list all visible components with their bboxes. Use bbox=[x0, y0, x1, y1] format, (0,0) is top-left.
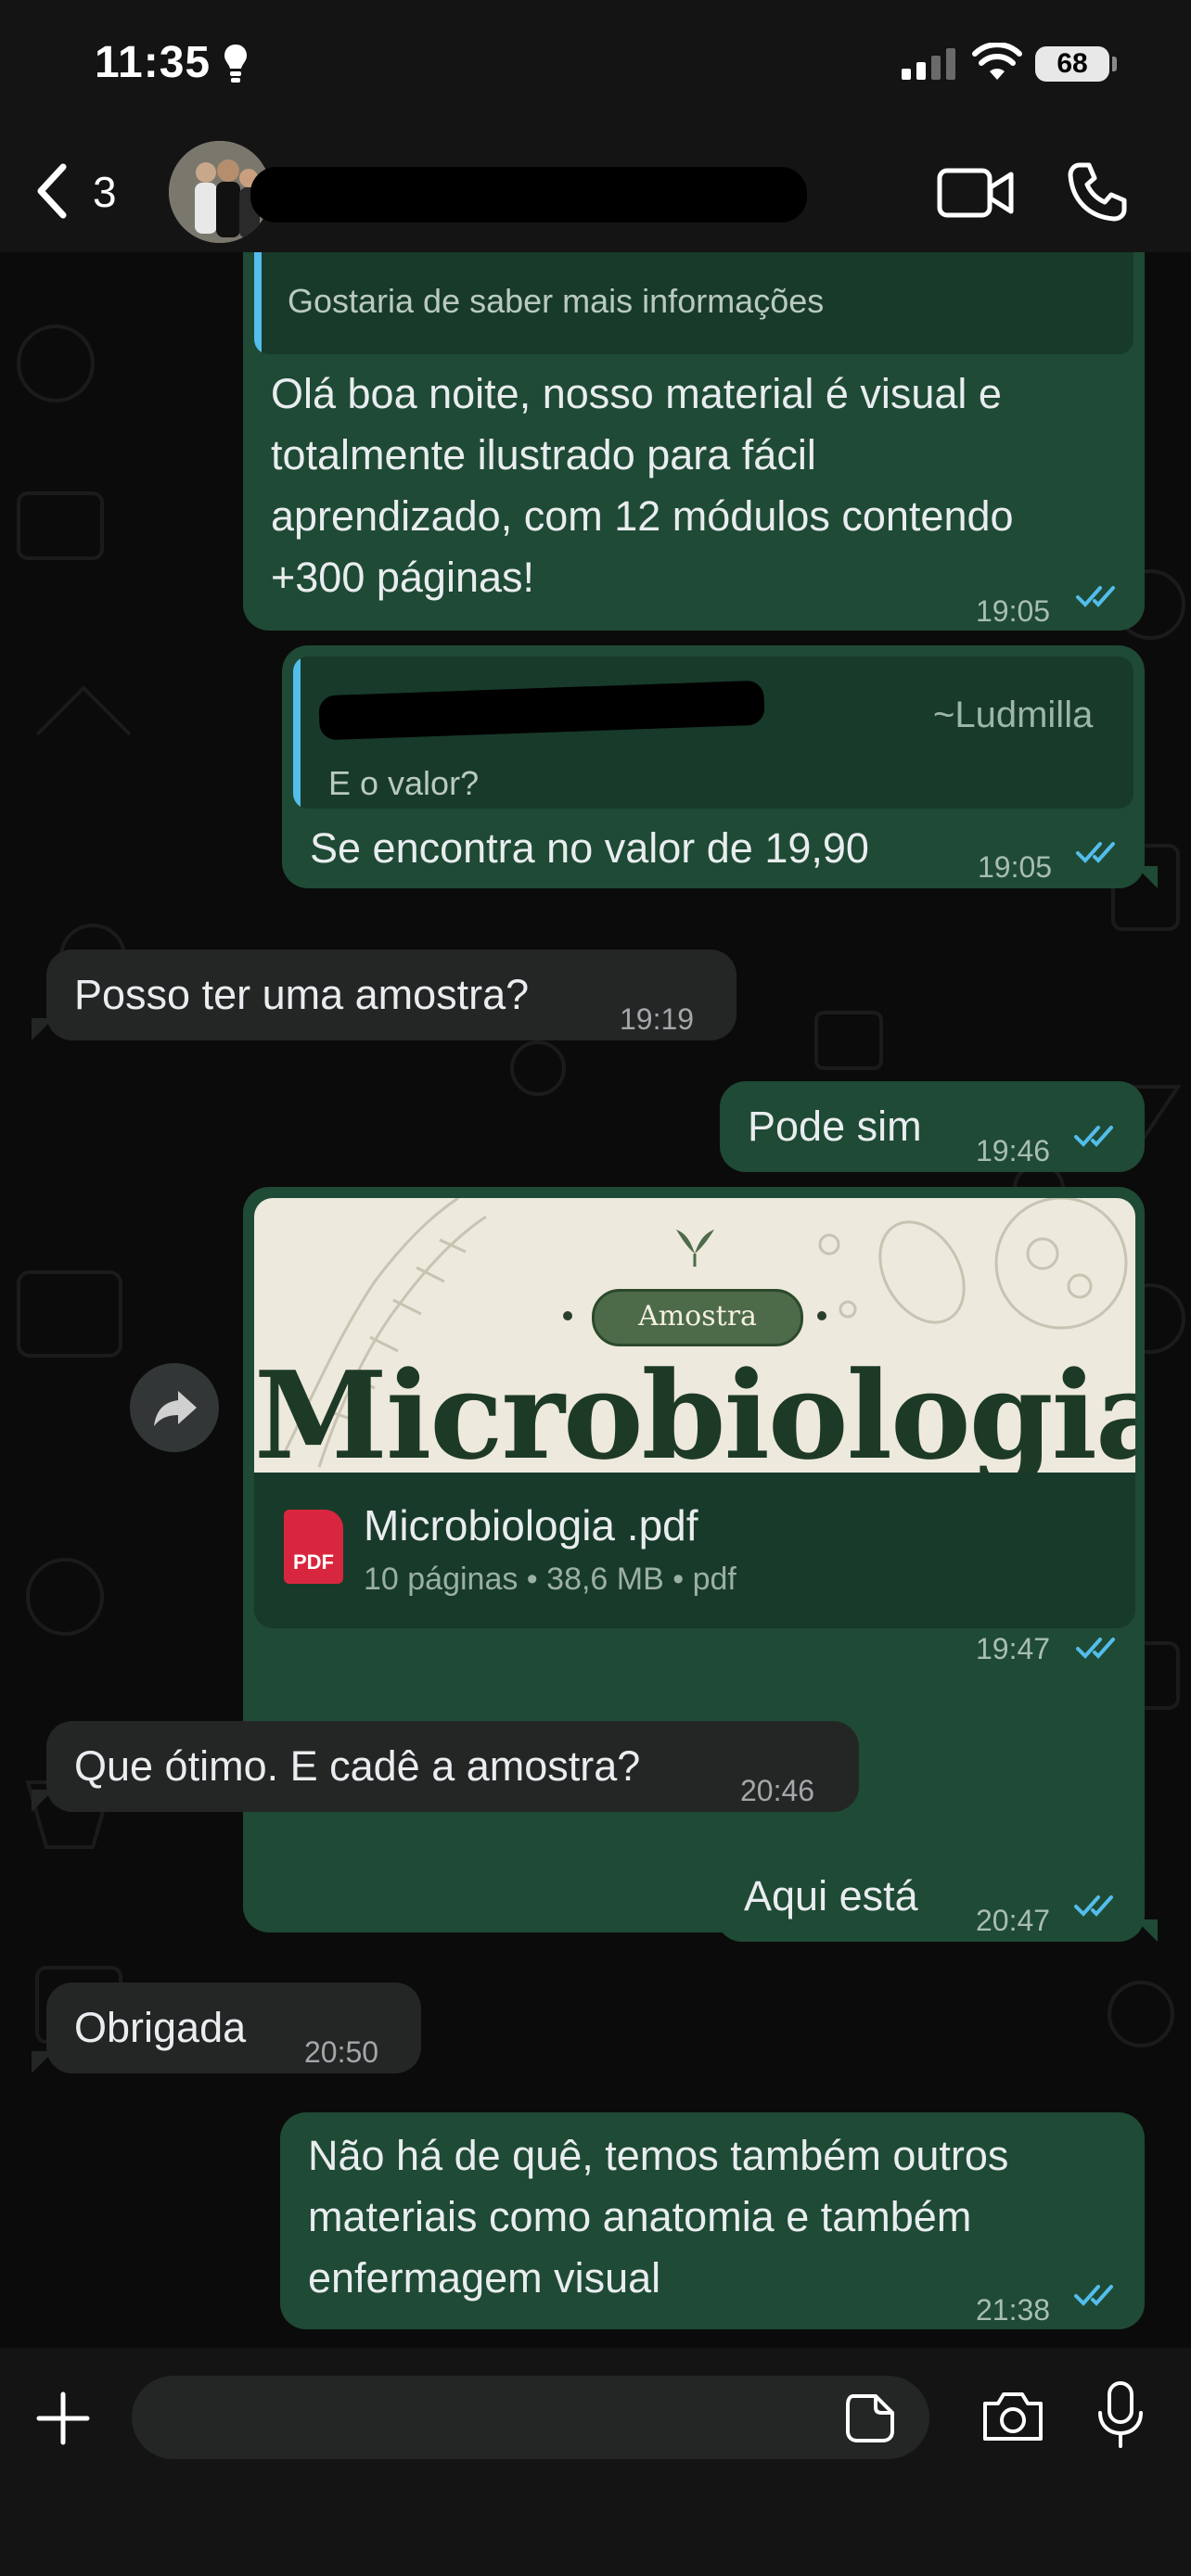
quote-bar bbox=[293, 657, 301, 809]
quote-text: E o valor? bbox=[328, 764, 480, 802]
preview-title: Microbiologia bbox=[254, 1345, 1135, 1473]
read-ticks-icon bbox=[1076, 586, 1115, 607]
status-time: 11:35 bbox=[95, 38, 211, 87]
message-bubble-outgoing[interactable]: Aqui está 20:47 bbox=[716, 1851, 1145, 1942]
read-ticks-icon bbox=[1074, 1895, 1113, 1917]
message-text: Obrigada bbox=[74, 2004, 247, 2051]
decor-dot bbox=[817, 1311, 826, 1320]
message-text: Olá boa noite, nosso material é visual e… bbox=[271, 363, 1124, 608]
plus-icon[interactable] bbox=[33, 2389, 93, 2448]
quote-bar bbox=[254, 252, 262, 354]
bubble-tail bbox=[32, 1018, 54, 1040]
message-bubble-incoming[interactable]: Obrigada 20:50 bbox=[46, 1983, 421, 2073]
forward-button[interactable] bbox=[130, 1363, 219, 1452]
message-bubble-outgoing[interactable]: Pode sim 19:46 bbox=[720, 1081, 1145, 1172]
wifi-icon bbox=[972, 43, 1022, 80]
lightbulb-icon bbox=[224, 45, 247, 83]
message-time: 19:47 bbox=[976, 1632, 1051, 1665]
message-text: Posso ter uma amostra? bbox=[74, 971, 530, 1018]
video-call-icon[interactable] bbox=[937, 165, 1015, 221]
message-time: 19:05 bbox=[976, 594, 1051, 628]
message-bubble-outgoing[interactable]: Gostaria de saber mais informações Olá b… bbox=[243, 252, 1145, 631]
message-line: Não há de quê, temos também outros bbox=[308, 2132, 1009, 2179]
read-ticks-icon bbox=[1074, 1126, 1113, 1147]
message-text: Que ótimo. E cadê a amostra? bbox=[74, 1742, 641, 1790]
battery-tip bbox=[1112, 57, 1117, 71]
message-line: aprendizado, com 12 módulos contendo bbox=[271, 492, 1014, 540]
message-text: Se encontra no valor de 19,90 bbox=[310, 824, 869, 872]
message-time: 19:05 bbox=[978, 850, 1053, 884]
message-time: 20:46 bbox=[740, 1774, 815, 1807]
bubble-tail bbox=[1135, 866, 1158, 888]
redacted-quote-sender bbox=[318, 680, 765, 741]
bubble-tail bbox=[1135, 1919, 1158, 1942]
message-bubble-outgoing[interactable]: ~Ludmilla E o valor? Se encontra no valo… bbox=[282, 645, 1145, 888]
forward-icon bbox=[154, 1391, 197, 1426]
preview-badge: Amostra bbox=[592, 1289, 803, 1346]
bubble-tail bbox=[32, 1790, 54, 1812]
quoted-message[interactable]: Gostaria de saber mais informações bbox=[254, 252, 1133, 354]
bubble-tail bbox=[32, 2051, 54, 2073]
message-time: 20:47 bbox=[976, 1904, 1051, 1937]
message-text: Pode sim bbox=[748, 1103, 922, 1150]
pdf-preview-thumbnail[interactable]: Amostra Microbiologia bbox=[254, 1198, 1135, 1473]
read-ticks-icon bbox=[1076, 1638, 1115, 1659]
redacted-contact-name bbox=[250, 167, 807, 223]
file-name: Microbiologia .pdf bbox=[364, 1501, 698, 1549]
message-bubble-incoming[interactable]: Posso ter uma amostra? 19:19 bbox=[46, 950, 736, 1040]
status-bar: 11:35 68 bbox=[0, 0, 1191, 130]
quote-author: ~Ludmilla bbox=[933, 695, 1094, 735]
chat-header: 3 bbox=[0, 130, 1191, 252]
unread-count[interactable]: 3 bbox=[93, 167, 117, 217]
pdf-file-info[interactable]: PDF Microbiologia .pdf 10 páginas • 38,6… bbox=[254, 1473, 1135, 1628]
message-line: Olá boa noite, nosso material é visual e bbox=[271, 370, 1002, 417]
microphone-icon[interactable] bbox=[1095, 2379, 1146, 2450]
signal-icon bbox=[902, 48, 955, 80]
quote-text: Gostaria de saber mais informações bbox=[288, 282, 825, 320]
message-text: Aqui está bbox=[744, 1872, 918, 1919]
back-chevron-icon[interactable] bbox=[32, 161, 72, 221]
message-bubble-incoming[interactable]: Que ótimo. E cadê a amostra? 20:46 bbox=[46, 1721, 859, 1812]
message-line: totalmente ilustrado para fácil bbox=[271, 431, 816, 478]
pdf-icon-label: PDF bbox=[293, 1550, 334, 1574]
pdf-icon: PDF bbox=[284, 1510, 343, 1584]
message-line: materiais como anatomia e também bbox=[308, 2193, 972, 2240]
message-time: 20:50 bbox=[304, 2035, 379, 2069]
sticker-icon[interactable] bbox=[844, 2392, 896, 2444]
file-meta: 10 páginas • 38,6 MB • pdf bbox=[364, 1562, 736, 1597]
decor-dot bbox=[563, 1311, 572, 1320]
composer-bar bbox=[0, 2348, 1191, 2576]
message-time: 19:19 bbox=[620, 1002, 695, 1036]
message-time: 21:38 bbox=[976, 2293, 1051, 2327]
message-time: 19:46 bbox=[976, 1134, 1051, 1167]
read-ticks-icon bbox=[1074, 2285, 1113, 2306]
battery-icon: 68 bbox=[1035, 46, 1109, 82]
chat-area[interactable]: Gostaria de saber mais informações Olá b… bbox=[0, 252, 1191, 2348]
read-ticks-icon bbox=[1076, 842, 1115, 863]
message-bubble-outgoing[interactable]: Não há de quê, temos também outros mater… bbox=[280, 2112, 1145, 2329]
quoted-message[interactable]: ~Ludmilla E o valor? bbox=[293, 657, 1133, 809]
phone-call-icon[interactable] bbox=[1067, 161, 1128, 223]
message-input[interactable] bbox=[132, 2376, 929, 2459]
camera-icon[interactable] bbox=[980, 2389, 1046, 2444]
